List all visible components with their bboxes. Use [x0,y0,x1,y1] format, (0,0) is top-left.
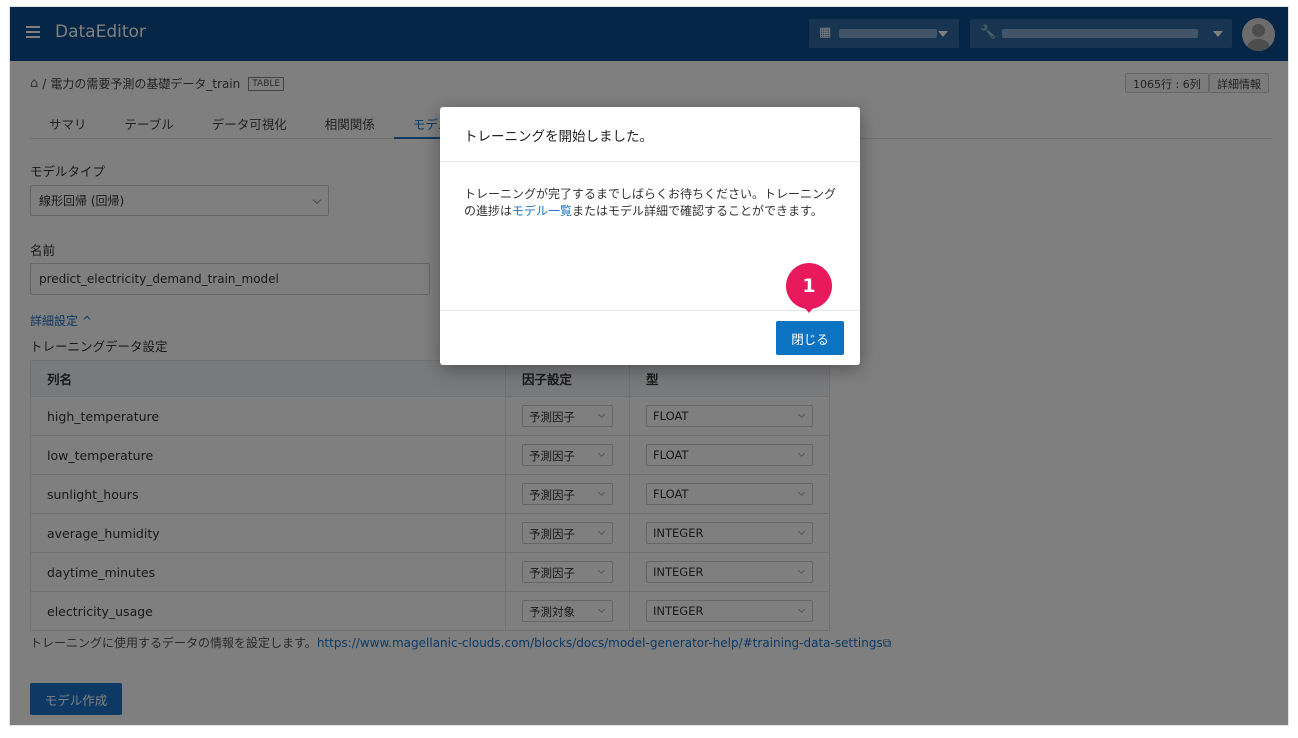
dialog-message: トレーニングが完了するまでしばらくお待ちください。トレーニングの進捗はモデル一覧… [464,187,837,218]
divider [440,161,860,162]
model-list-link[interactable]: モデル一覧 [512,204,572,218]
step-marker: 1 [786,263,832,313]
divider [440,310,860,311]
dialog-title: トレーニングを開始しました。 [464,129,653,145]
marker-pointer [799,301,819,313]
app-window: DataEditor ▦ 🔧 ⌂ / 電力の需要予測の基礎データ_train T… [9,6,1289,726]
training-started-dialog: トレーニングを開始しました。 トレーニングが完了するまでしばらくお待ちください。… [440,107,860,365]
close-button[interactable]: 閉じる [776,321,844,355]
